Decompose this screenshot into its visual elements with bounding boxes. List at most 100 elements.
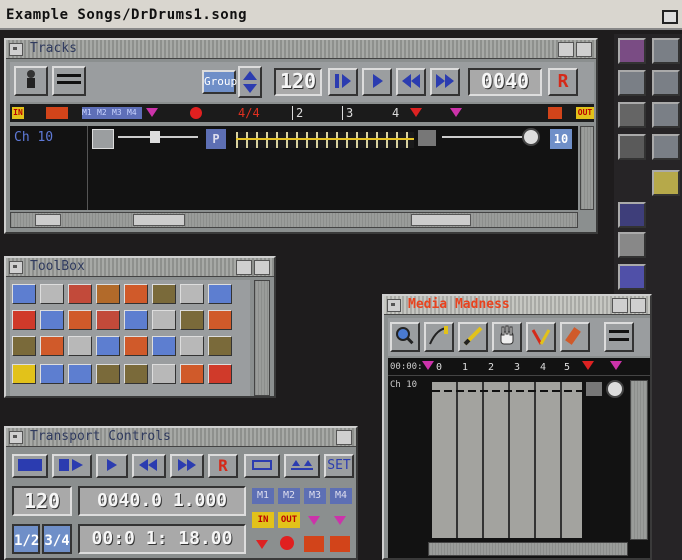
transport-window[interactable]: Transport Controls R SET 120 0040.0 1.00… — [4, 426, 358, 560]
screen-title-bar[interactable]: Example Songs/DrDrums1.song — [0, 0, 682, 30]
pencil-tool-icon[interactable] — [40, 284, 64, 304]
pen-icon[interactable] — [652, 102, 680, 128]
flag-tool-icon[interactable] — [180, 336, 204, 356]
memo-1[interactable]: M1 — [252, 488, 274, 504]
pencil-icon[interactable] — [458, 322, 488, 352]
magnify-icon[interactable] — [390, 322, 420, 352]
play-icon[interactable] — [362, 68, 392, 96]
memo-3[interactable]: M3 — [304, 488, 326, 504]
in-marker[interactable]: IN — [12, 107, 24, 119]
scroll-thumb-right[interactable] — [411, 214, 471, 226]
position-display[interactable]: 0040.0 1.000 — [78, 486, 246, 516]
headphone-icon[interactable] — [418, 130, 436, 146]
swing-tool-icon[interactable] — [124, 310, 148, 330]
right-locator-marker[interactable] — [610, 361, 622, 370]
left-locator-icon[interactable] — [308, 516, 320, 525]
set-button[interactable]: SET — [324, 454, 354, 478]
ear-icon[interactable] — [618, 134, 646, 160]
volume-slider-knob[interactable] — [150, 131, 160, 143]
cut-tool-icon[interactable] — [68, 336, 92, 356]
transpose-tool-icon[interactable] — [68, 310, 92, 330]
split-tool-icon[interactable] — [180, 284, 204, 304]
punch-icon[interactable] — [548, 107, 562, 119]
drum-icon[interactable] — [652, 134, 680, 160]
metronome-icon[interactable] — [618, 202, 646, 228]
memo-4[interactable]: M4 — [127, 107, 142, 119]
depth-icon[interactable] — [630, 298, 646, 313]
sequence-tool-icon[interactable] — [96, 364, 120, 384]
punch-icon[interactable] — [330, 536, 350, 552]
keyboard-icon[interactable] — [618, 38, 646, 64]
group-stepper[interactable] — [238, 66, 262, 98]
settings-icon[interactable] — [652, 70, 680, 96]
song-position-marker[interactable] — [410, 108, 422, 117]
close-icon[interactable] — [387, 299, 401, 312]
screen-depth-gadget[interactable] — [662, 10, 678, 24]
record-button[interactable]: R — [548, 68, 578, 96]
depth-icon[interactable] — [576, 42, 592, 57]
media-madness-window[interactable]: Media Madness 00:00: 0 1 2 3 4 5 Ch 10 — [382, 294, 652, 560]
memo-1[interactable]: M1 — [82, 107, 97, 119]
insert-tool-icon[interactable] — [208, 284, 232, 304]
tracks-horizontal-scrollbar[interactable] — [10, 212, 578, 228]
clock-icon[interactable] — [606, 380, 624, 398]
scroll-thumb-left[interactable] — [35, 214, 61, 226]
glue-tool-icon[interactable] — [40, 310, 64, 330]
copy-tool-icon[interactable] — [96, 284, 120, 304]
stop-icon[interactable] — [12, 454, 48, 478]
media-horizontal-scrollbar[interactable] — [428, 542, 628, 556]
tempo-display[interactable]: 120 — [12, 486, 72, 516]
counter-display[interactable]: 0040 — [468, 68, 542, 96]
mixer-icon[interactable] — [618, 232, 646, 258]
tracks-window[interactable]: Tracks 1 2 3 4 5 6 7 8 Group 120 — [4, 38, 598, 234]
close-icon[interactable] — [9, 431, 23, 444]
pause-icon[interactable] — [328, 68, 358, 96]
track-value[interactable]: 10 — [550, 129, 572, 149]
song-position-marker[interactable] — [582, 361, 594, 370]
channel-tool-icon[interactable] — [40, 364, 64, 384]
map-tool-icon[interactable] — [152, 336, 176, 356]
note-pattern[interactable] — [236, 132, 414, 148]
cc-tool-icon[interactable] — [68, 364, 92, 384]
timer-tool-icon[interactable] — [180, 364, 204, 384]
keys-icon[interactable] — [652, 170, 680, 196]
media-edit-area[interactable]: 00:00: 0 1 2 3 4 5 Ch 10 — [388, 358, 650, 558]
delay-tool-icon[interactable] — [208, 336, 232, 356]
filter-tool-icon[interactable] — [96, 336, 120, 356]
info-icon[interactable] — [618, 102, 646, 128]
rx-icon[interactable] — [618, 264, 646, 290]
stop-marker-icon[interactable] — [280, 536, 294, 550]
zoom-icon[interactable] — [236, 260, 252, 275]
scale-tool-icon[interactable] — [208, 310, 232, 330]
record-button[interactable]: R — [208, 454, 238, 478]
zoom-icon[interactable] — [612, 298, 628, 313]
event-grid[interactable] — [432, 382, 582, 538]
close-icon[interactable] — [9, 43, 23, 56]
erase-tool-icon[interactable] — [12, 310, 36, 330]
tweezers-icon[interactable] — [526, 322, 556, 352]
left-locator-marker[interactable] — [146, 108, 158, 117]
toolbox-window[interactable]: ToolBox — [4, 256, 276, 398]
memo-4[interactable]: M4 — [330, 488, 352, 504]
add-tool-icon[interactable] — [208, 364, 232, 384]
right-locator-marker[interactable] — [450, 108, 462, 117]
pattern-tool-icon[interactable] — [124, 364, 148, 384]
position-marker-icon[interactable] — [256, 540, 268, 549]
loop-icon[interactable] — [46, 107, 68, 119]
pause-play-icon[interactable] — [52, 454, 92, 478]
tempo-tool-icon[interactable] — [12, 364, 36, 384]
media-title-bar[interactable]: Media Madness — [384, 296, 650, 315]
quantize-tool-icon[interactable] — [68, 284, 92, 304]
memo-2[interactable]: M2 — [97, 107, 112, 119]
cycle-icon[interactable] — [244, 454, 280, 478]
out-marker[interactable]: OUT — [576, 107, 594, 119]
transport-title-bar[interactable]: Transport Controls — [6, 428, 356, 447]
clock-icon[interactable] — [522, 128, 540, 146]
fast-forward-icon[interactable] — [170, 454, 204, 478]
depth-icon[interactable] — [336, 430, 352, 445]
help-tool-icon[interactable] — [12, 284, 36, 304]
p-button[interactable]: P — [206, 129, 226, 149]
close-icon[interactable] — [9, 261, 23, 274]
time-signature[interactable]: 4/4 — [238, 106, 260, 120]
three-quarter-button[interactable]: 3/4 — [42, 524, 72, 554]
